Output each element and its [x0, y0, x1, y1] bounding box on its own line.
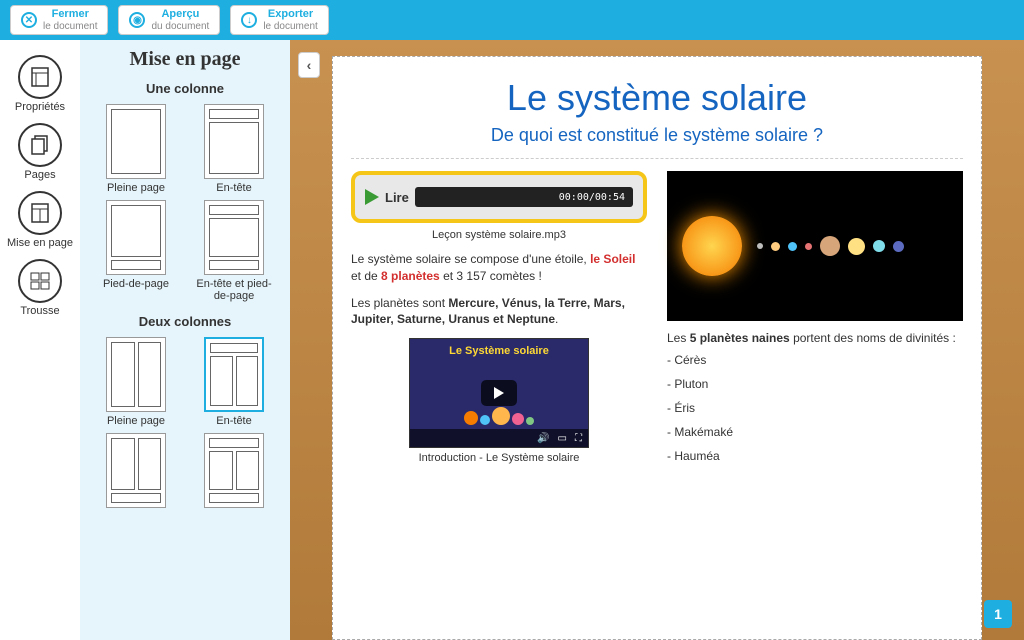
eye-icon: ◉ [129, 12, 145, 28]
pages-icon [18, 123, 62, 167]
dwarf-list: - Cérès - Pluton - Éris - Makémaké - Hau… [667, 353, 963, 463]
panel-title: Mise en page [88, 48, 282, 71]
top-toolbar: ✕ Fermerle document ◉ Aperçudu document … [0, 0, 1024, 40]
layout-1col-full[interactable]: Pleine page [91, 104, 181, 194]
video-caption: Introduction - Le Système solaire [351, 452, 647, 464]
canvas: ‹ 1 Le système solaire De quoi est const… [290, 40, 1024, 640]
video-inner-title: Le Système solaire [410, 345, 588, 357]
video-play-icon[interactable] [481, 380, 517, 406]
paragraph-1: Le système solaire se compose d'une étoi… [351, 251, 647, 285]
audio-caption: Leçon système solaire.mp3 [351, 229, 647, 241]
preview-button[interactable]: ◉ Aperçudu document [118, 5, 220, 35]
video-controls[interactable]: 🔊 ▭ ⛶ [410, 429, 588, 447]
doc-subtitle: De quoi est constitué le système solaire… [351, 125, 963, 146]
caption-icon[interactable]: ▭ [558, 433, 567, 444]
rail-kit[interactable]: Trousse [18, 259, 62, 317]
page-number-badge[interactable]: 1 [984, 600, 1012, 628]
right-column: Les 5 planètes naines portent des noms d… [667, 171, 963, 473]
section-two-col: Deux colonnes [88, 314, 282, 329]
list-item: - Pluton [667, 377, 963, 391]
play-icon[interactable] [365, 189, 379, 205]
video-player[interactable]: Le Système solaire 🔊 ▭ ⛶ [409, 338, 589, 448]
collapse-panel-button[interactable]: ‹ [298, 52, 320, 78]
layout-panel: Mise en page Une colonne Pleine page En-… [80, 40, 290, 640]
kit-icon [18, 259, 62, 303]
rail-layout[interactable]: Mise en page [7, 191, 73, 249]
download-icon: ↓ [241, 12, 257, 28]
layout-2col-full[interactable]: Pleine page [91, 337, 181, 427]
layout-2col-header-footer[interactable] [189, 433, 279, 508]
section-one-col: Une colonne [88, 81, 282, 96]
properties-icon [18, 55, 62, 99]
layout-1col-footer[interactable]: Pied-de-page [91, 200, 181, 302]
audio-player[interactable]: Lire 00:00/00:54 [351, 171, 647, 223]
list-item: - Éris [667, 401, 963, 415]
list-item: - Hauméa [667, 449, 963, 463]
close-icon: ✕ [21, 12, 37, 28]
volume-icon[interactable]: 🔊 [537, 433, 549, 444]
layout-1col-header-footer[interactable]: En-tête et pied-de-page [189, 200, 279, 302]
left-rail: Propriétés Pages Mise en page Trousse [0, 40, 80, 640]
paragraph-2: Les planètes sont Mercure, Vénus, la Ter… [351, 295, 647, 329]
audio-track[interactable]: 00:00/00:54 [415, 187, 633, 207]
layout-icon [18, 191, 62, 235]
left-column: Lire 00:00/00:54 Leçon système solaire.m… [351, 171, 647, 473]
rail-properties[interactable]: Propriétés [15, 55, 65, 113]
list-item: - Cérès [667, 353, 963, 367]
rail-pages[interactable]: Pages [18, 123, 62, 181]
export-button[interactable]: ↓ Exporterle document [230, 5, 328, 35]
play-label: Lire [385, 190, 409, 205]
list-item: - Makémaké [667, 425, 963, 439]
layout-1col-header[interactable]: En-tête [189, 104, 279, 194]
layout-2col-footer[interactable] [91, 433, 181, 508]
layout-2col-header[interactable]: En-tête [189, 337, 279, 427]
solar-system-image[interactable] [667, 171, 963, 321]
document-page[interactable]: Le système solaire De quoi est constitué… [332, 56, 982, 640]
fullscreen-icon[interactable]: ⛶ [575, 433, 582, 444]
close-button[interactable]: ✕ Fermerle document [10, 5, 108, 35]
dwarf-intro: Les 5 planètes naines portent des noms d… [667, 331, 963, 345]
doc-title: Le système solaire [351, 77, 963, 119]
